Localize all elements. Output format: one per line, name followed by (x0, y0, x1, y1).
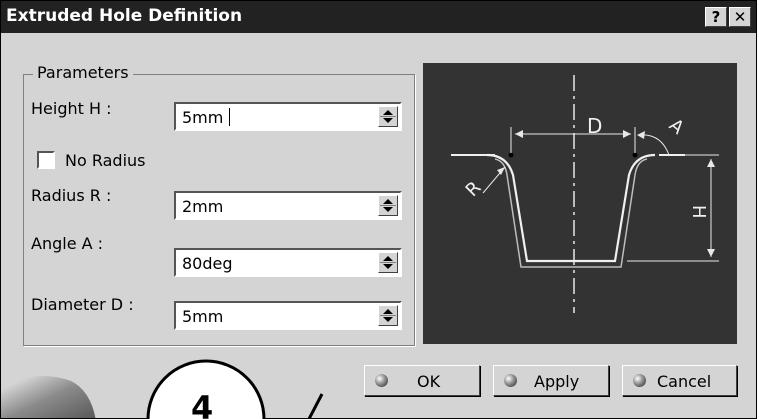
close-button[interactable]: ✕ (729, 7, 751, 27)
a-label: A (665, 115, 688, 139)
radius-field[interactable]: 2mm (174, 191, 402, 220)
spinner-divider (380, 262, 396, 263)
spin-down-icon[interactable] (383, 207, 393, 212)
extruded-hole-dialog: Extruded Hole Definition ? ✕ Parameters … (0, 0, 757, 419)
spin-down-icon[interactable] (383, 118, 393, 123)
radius-label: Radius R : (31, 186, 112, 205)
window-title: Extruded Hole Definition (6, 6, 243, 26)
r-label: R (462, 177, 486, 201)
h-arrow-bottom (707, 249, 715, 257)
ok-button[interactable]: OK (364, 365, 480, 396)
angle-field[interactable]: 80deg (174, 248, 402, 277)
spinner-divider (380, 205, 396, 206)
no-radius-checkbox[interactable] (37, 151, 55, 169)
height-value[interactable]: 5mm (182, 108, 223, 127)
spin-up-icon[interactable] (383, 256, 393, 261)
r-arrow (497, 167, 505, 175)
parameters-group-label: Parameters (33, 63, 133, 82)
text-caret (229, 108, 230, 126)
height-field[interactable]: 5mm (174, 102, 402, 131)
height-spinner[interactable] (378, 106, 398, 127)
diameter-spinner[interactable] (378, 305, 398, 326)
spin-down-icon[interactable] (383, 317, 393, 322)
d-arrow-left (515, 130, 523, 138)
spin-up-icon[interactable] (383, 199, 393, 204)
angle-value[interactable]: 80deg (182, 254, 233, 273)
diameter-label: Diameter D : (31, 295, 134, 314)
cancel-label: Cancel (657, 372, 712, 391)
spin-up-icon[interactable] (383, 309, 393, 314)
apply-button[interactable]: Apply (493, 365, 609, 396)
apply-ball-icon (504, 374, 517, 387)
h-arrow-top (707, 159, 715, 167)
tangent-point-right (632, 152, 638, 158)
spinner-divider (380, 116, 396, 117)
spinner-divider (380, 315, 396, 316)
spin-up-icon[interactable] (383, 110, 393, 115)
title-bar[interactable]: Extruded Hole Definition ? ✕ (1, 1, 756, 33)
diameter-value[interactable]: 5mm (182, 307, 223, 326)
a-arrow (637, 131, 645, 139)
hole-profile-inner (494, 158, 648, 268)
cancel-button[interactable]: Cancel (622, 365, 737, 396)
angle-spinner[interactable] (378, 252, 398, 273)
radius-spinner[interactable] (378, 195, 398, 216)
height-label: Height H : (31, 99, 112, 118)
ok-ball-icon (375, 374, 388, 387)
radius-value[interactable]: 2mm (182, 197, 223, 216)
extruded-hole-sketch: D A H R (451, 75, 719, 313)
d-arrow-right (623, 130, 631, 138)
cancel-ball-icon (633, 374, 646, 387)
d-label: D (587, 114, 602, 138)
angle-label: Angle A : (31, 234, 104, 253)
spin-down-icon[interactable] (383, 264, 393, 269)
help-button[interactable]: ? (705, 7, 727, 27)
no-radius-label[interactable]: No Radius (65, 151, 146, 170)
h-label: H (688, 205, 709, 219)
tangent-point-left (508, 152, 514, 158)
logo-swoosh-icon (1, 375, 96, 418)
ok-label: OK (417, 372, 441, 391)
hole-preview-diagram: D A H R (423, 63, 737, 344)
diameter-field[interactable]: 5mm (174, 301, 402, 330)
apply-label: Apply (534, 372, 580, 391)
